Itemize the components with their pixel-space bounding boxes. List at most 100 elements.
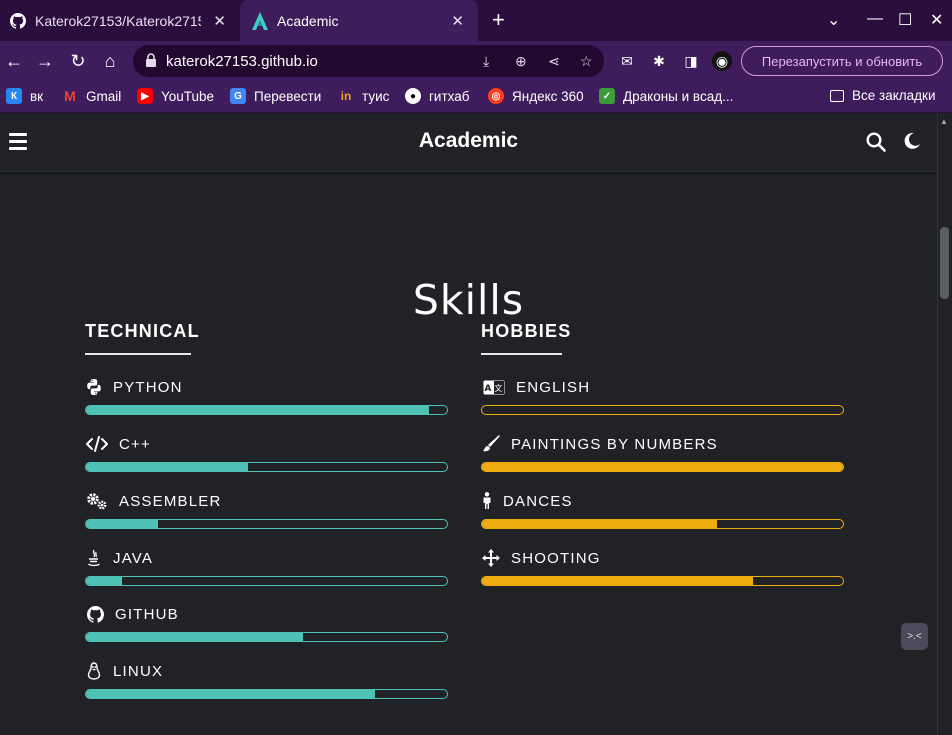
- bookmark-label: Перевести: [254, 88, 322, 104]
- extensions-puzzle-icon[interactable]: ✱: [649, 51, 669, 71]
- address-bar[interactable]: katerok27153.github.io ⤓ ⊕ ⋖ ☆: [133, 45, 604, 77]
- bookmark-tuis[interactable]: in туис: [338, 88, 390, 104]
- url-text: katerok27153.github.io: [166, 53, 318, 70]
- skill-github: GITHUB: [85, 604, 448, 642]
- relaunch-label: Перезапустить и обновить: [761, 53, 923, 69]
- share-icon[interactable]: ⋖: [548, 53, 560, 70]
- skill-shooting: SHOOTING: [481, 548, 844, 586]
- bookmark-label: YouTube: [161, 88, 215, 104]
- side-panel-icon[interactable]: ◨: [681, 51, 701, 71]
- translate-icon: G: [230, 88, 246, 104]
- svg-text:A: A: [484, 384, 492, 394]
- tab-title: Katerok27153/Katerok27153: [35, 12, 201, 29]
- bookmark-label: Яндекс 360: [512, 88, 584, 104]
- technical-underline: [85, 353, 191, 355]
- skill-label: DANCES: [503, 492, 573, 510]
- skill-label: JAVA: [113, 549, 154, 567]
- page-scrollbar[interactable]: [937, 113, 952, 735]
- relaunch-button[interactable]: Перезапустить и обновить: [741, 46, 943, 76]
- arrows-icon: [481, 549, 501, 567]
- hobbies-heading: HOBBIES: [481, 321, 572, 341]
- site-brand[interactable]: Academic: [0, 129, 937, 153]
- gmail-icon: M: [64, 88, 76, 104]
- lock-icon: [146, 53, 156, 67]
- extension-mail-icon[interactable]: ✉: [617, 51, 637, 71]
- skill-progress-bar: [85, 689, 448, 699]
- bookmark-vk[interactable]: Квк: [6, 88, 43, 104]
- cogs-icon: [85, 492, 109, 510]
- close-tab-icon[interactable]: ✕: [213, 12, 226, 30]
- bookmark-dragons[interactable]: ✓ Драконы и всад...: [599, 88, 733, 104]
- skill-label: ASSEMBLER: [119, 492, 222, 510]
- bookmark-yandex360[interactable]: ◎ Яндекс 360: [488, 88, 584, 104]
- browser-toolbar: ← → ↻ ⌂ katerok27153.github.io ⤓ ⊕ ⋖ ☆ ✉…: [0, 41, 952, 81]
- skill-label: ENGLISH: [516, 378, 591, 396]
- install-app-icon[interactable]: ⤓: [483, 53, 489, 70]
- python-icon: [85, 378, 103, 396]
- bookmark-star-icon[interactable]: ☆: [580, 53, 593, 70]
- reload-icon[interactable]: ↻: [66, 49, 90, 73]
- vk-icon: К: [6, 88, 22, 104]
- profile-avatar[interactable]: ◉: [712, 51, 732, 71]
- bookmark-label: туис: [362, 88, 390, 104]
- tab-academic[interactable]: Academic ✕: [240, 0, 478, 41]
- folder-icon: [830, 89, 844, 102]
- scroll-up-arrow-icon[interactable]: ▲: [940, 117, 948, 126]
- home-icon[interactable]: ⌂: [98, 49, 122, 73]
- yandex360-icon: ◎: [488, 88, 504, 104]
- tab-github[interactable]: Katerok27153/Katerok27153 ✕: [0, 0, 240, 41]
- github-icon: [10, 12, 26, 29]
- java-icon: [85, 549, 103, 567]
- skill-label: LINUX: [113, 662, 164, 680]
- tab-strip: Katerok27153/Katerok27153 ✕ Academic ✕ +…: [0, 0, 952, 41]
- moon-icon[interactable]: [903, 132, 921, 150]
- skill-progress-bar: [481, 576, 844, 586]
- minimize-icon[interactable]: —: [867, 10, 883, 28]
- code-icon: [85, 435, 109, 453]
- skill-progress-bar: [85, 576, 448, 586]
- academic-logo-icon: [252, 11, 268, 30]
- skill-assembler: ASSEMBLER: [85, 491, 448, 529]
- tab-title: Academic: [277, 12, 339, 29]
- skill-dances: DANCES: [481, 491, 844, 529]
- paint-brush-icon: [481, 435, 501, 453]
- linux-icon: [85, 662, 103, 680]
- maximize-icon[interactable]: ☐: [898, 10, 912, 30]
- tuis-icon: in: [340, 89, 352, 103]
- search-icon[interactable]: [866, 132, 886, 152]
- new-tab-button[interactable]: +: [492, 9, 505, 31]
- youtube-icon: ▶: [137, 88, 153, 104]
- bookmark-youtube[interactable]: ▶ YouTube: [137, 88, 214, 104]
- scrollbar-thumb[interactable]: [940, 227, 949, 299]
- back-icon[interactable]: ←: [2, 49, 26, 73]
- forward-icon[interactable]: →: [33, 49, 57, 73]
- bookmark-gmail[interactable]: M Gmail: [62, 88, 121, 104]
- skill-cpp: C++: [85, 434, 448, 472]
- tab-search-icon[interactable]: ⌄: [827, 10, 840, 30]
- skill-python: PYTHON: [85, 377, 448, 415]
- zoom-icon[interactable]: ⊕: [515, 53, 527, 70]
- bookmark-translate[interactable]: G Перевести: [230, 88, 321, 104]
- skill-linux: LINUX: [85, 661, 448, 699]
- github-icon: [85, 605, 105, 623]
- skill-label: PYTHON: [113, 378, 183, 396]
- skill-paintings: PAINTINGS BY NUMBERS: [481, 434, 844, 472]
- person-icon: [481, 492, 493, 510]
- close-tab-icon[interactable]: ✕: [451, 12, 464, 30]
- bookmark-github[interactable]: ● гитхаб: [405, 88, 470, 104]
- site-navbar: Academic: [0, 113, 937, 172]
- section-title: Skills: [412, 276, 525, 325]
- github-icon: ●: [405, 88, 421, 104]
- skill-progress-bar: [85, 632, 448, 642]
- skill-java: JAVA: [85, 548, 448, 586]
- dragons-icon: ✓: [599, 88, 615, 104]
- skill-progress-bar: [481, 462, 844, 472]
- language-icon: A文: [481, 378, 506, 396]
- assistant-widget-icon[interactable]: >.<: [901, 623, 928, 650]
- all-bookmarks-label: Все закладки: [852, 88, 936, 103]
- all-bookmarks[interactable]: Все закладки: [830, 88, 935, 103]
- close-window-icon[interactable]: ✕: [930, 10, 943, 30]
- bookmark-label: гитхаб: [429, 88, 470, 104]
- bookmark-label: вк: [30, 88, 44, 104]
- skill-progress-bar: [85, 519, 448, 529]
